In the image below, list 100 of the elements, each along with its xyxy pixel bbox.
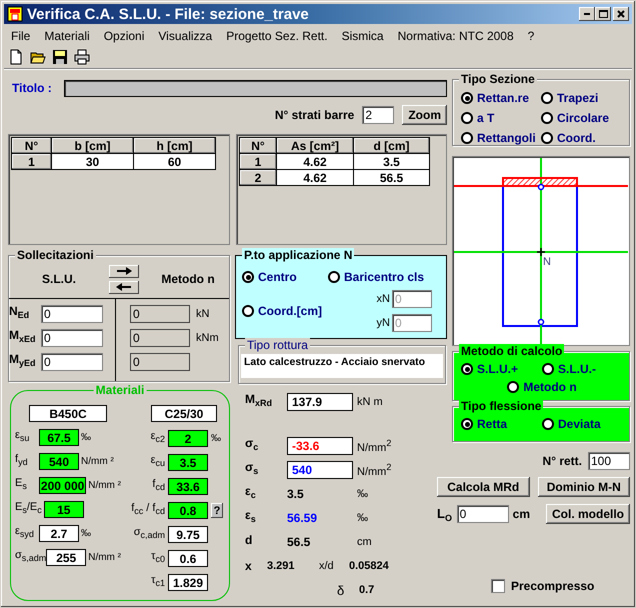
radio-button[interactable]: Rettan.re — [461, 91, 541, 105]
menu-item[interactable]: Normativa: NTC 2008 — [390, 27, 521, 45]
result-box: 0 — [130, 329, 190, 347]
title-label: Titolo : — [12, 81, 52, 95]
model-column-button[interactable]: Col. modello — [546, 504, 630, 524]
parameter-field[interactable]: 15 — [44, 501, 84, 518]
radio-indicator[interactable] — [328, 271, 340, 283]
parameter-label: σ$_{s,adm}$ — [15, 548, 44, 565]
radio-indicator[interactable] — [541, 132, 553, 144]
radio-button[interactable]: Metodo n — [507, 380, 577, 394]
action-button[interactable]: Calcola MRd — [437, 477, 530, 497]
radio-button[interactable]: a T — [461, 111, 541, 125]
parameter-field[interactable]: 2 — [168, 430, 208, 447]
parameter-label: E$_{s}$ — [15, 476, 28, 493]
new-file-icon[interactable] — [8, 49, 24, 65]
checkbox-label: Precompresso — [511, 579, 594, 593]
radio-indicator[interactable] — [461, 363, 473, 376]
zoom-button[interactable]: Zoom — [402, 105, 447, 125]
force-field[interactable]: 0 — [41, 353, 103, 371]
parameter-label: σ$_{c,adm}$ — [132, 525, 165, 542]
radio-indicator[interactable] — [542, 363, 554, 376]
menu-item[interactable]: File — [4, 27, 38, 45]
close-button[interactable] — [613, 7, 629, 21]
radio-indicator[interactable] — [461, 112, 473, 124]
table-cell[interactable]: 56.5 — [354, 170, 430, 186]
radio-button[interactable]: Coord.[cm] — [242, 304, 328, 318]
radio-button[interactable]: Retta — [461, 417, 542, 432]
parameter-field[interactable]: 1.829 — [168, 574, 208, 591]
column-header: N° — [12, 138, 52, 154]
column-header: N° — [240, 138, 276, 154]
radio-button[interactable]: Deviata — [542, 417, 623, 432]
layers-field[interactable]: 2 — [362, 106, 394, 124]
concrete-grade-field[interactable]: C25/30 — [151, 405, 217, 422]
radio-indicator[interactable] — [461, 418, 473, 430]
result-value: 3.5 — [287, 487, 305, 501]
parameter-field[interactable]: 3.5 — [168, 454, 208, 471]
field-label: N° rett. — [542, 454, 582, 468]
help-button[interactable]: ? — [211, 503, 223, 518]
length-field[interactable]: 0 — [456, 505, 509, 523]
parameter-field[interactable]: 200 000 — [39, 477, 86, 494]
radio-indicator[interactable] — [507, 381, 520, 394]
radio-button[interactable]: S.L.U.+ — [461, 362, 542, 376]
parameter-field[interactable]: 2.7 — [39, 525, 79, 542]
table-cell[interactable]: 30 — [52, 154, 134, 170]
parameter-field[interactable]: 0.8 — [168, 502, 208, 519]
rectangles-field[interactable]: 100 — [588, 452, 630, 470]
parameter-field[interactable]: 9.75 — [168, 526, 208, 543]
table-cell[interactable]: 3.5 — [354, 154, 430, 170]
force-field[interactable]: 0 — [41, 305, 103, 323]
force-field[interactable]: 0 — [41, 329, 103, 347]
force-label: M$_{yEd}$ — [9, 352, 37, 370]
radio-button[interactable]: Coord. — [541, 131, 623, 145]
table-cell[interactable]: 4.62 — [276, 170, 354, 186]
result-field: -33.6 — [287, 437, 353, 455]
menu-item[interactable]: Progetto Sez. Rett. — [219, 27, 335, 45]
minimize-button[interactable] — [579, 7, 595, 21]
table-cell[interactable]: 60 — [134, 154, 216, 170]
column-heading: S.L.U. — [40, 272, 77, 286]
menu-item[interactable]: Opzioni — [96, 27, 152, 45]
arrow-button[interactable] — [109, 280, 139, 294]
radio-button[interactable]: Circolare — [541, 111, 623, 125]
radio-indicator[interactable] — [242, 305, 254, 317]
table-cell[interactable]: 4.62 — [276, 154, 354, 170]
radio-button[interactable]: S.L.U.- — [542, 362, 623, 376]
steel-grade-field[interactable]: B450C — [29, 405, 107, 422]
menu-item[interactable]: ? — [520, 27, 542, 45]
parameter-label: ε$_{su}$ — [15, 428, 30, 445]
result-value: 3.291 — [267, 560, 296, 572]
field-label: xN — [376, 293, 390, 305]
menu-item[interactable]: Sismica — [334, 27, 391, 45]
radio-indicator[interactable] — [542, 418, 554, 430]
unit-label: N/mm ² — [81, 456, 114, 467]
maximize-button[interactable] — [595, 7, 611, 21]
arrow-button[interactable] — [109, 264, 139, 278]
radio-indicator[interactable] — [461, 132, 473, 144]
menu-item[interactable]: Visualizza — [151, 27, 220, 45]
row-header: 1 — [240, 154, 276, 170]
radio-indicator[interactable] — [461, 92, 473, 104]
radio-indicator[interactable] — [242, 271, 254, 283]
parameter-field[interactable]: 255 — [46, 549, 86, 566]
radio-indicator[interactable] — [541, 112, 553, 124]
field-label: yN — [376, 317, 390, 329]
radio-button[interactable]: Centro — [242, 264, 328, 290]
radio-button[interactable]: Baricentro cls — [328, 264, 442, 290]
radio-button[interactable]: Trapezi — [541, 91, 623, 105]
action-button[interactable]: Dominio M-N — [538, 477, 630, 497]
unit-label: N/mm ² — [88, 552, 121, 563]
printer-icon[interactable] — [74, 49, 90, 65]
parameter-field[interactable]: 540 — [39, 453, 79, 470]
parameter-label: f$_{cc}$ / f$_{cd}$ — [130, 501, 165, 518]
checkbox[interactable] — [491, 579, 505, 593]
menu-item[interactable]: Materiali — [37, 27, 97, 45]
radio-button[interactable]: Rettangoli — [461, 131, 541, 145]
title-field[interactable] — [64, 80, 447, 96]
parameter-field[interactable]: 33.6 — [168, 478, 208, 495]
radio-indicator[interactable] — [541, 92, 553, 104]
parameter-field[interactable]: 0.6 — [168, 550, 208, 567]
group-title: Tipo flessione — [459, 399, 544, 414]
parameter-field[interactable]: 67.5 — [39, 429, 79, 446]
unit-label: kNm — [195, 332, 219, 344]
